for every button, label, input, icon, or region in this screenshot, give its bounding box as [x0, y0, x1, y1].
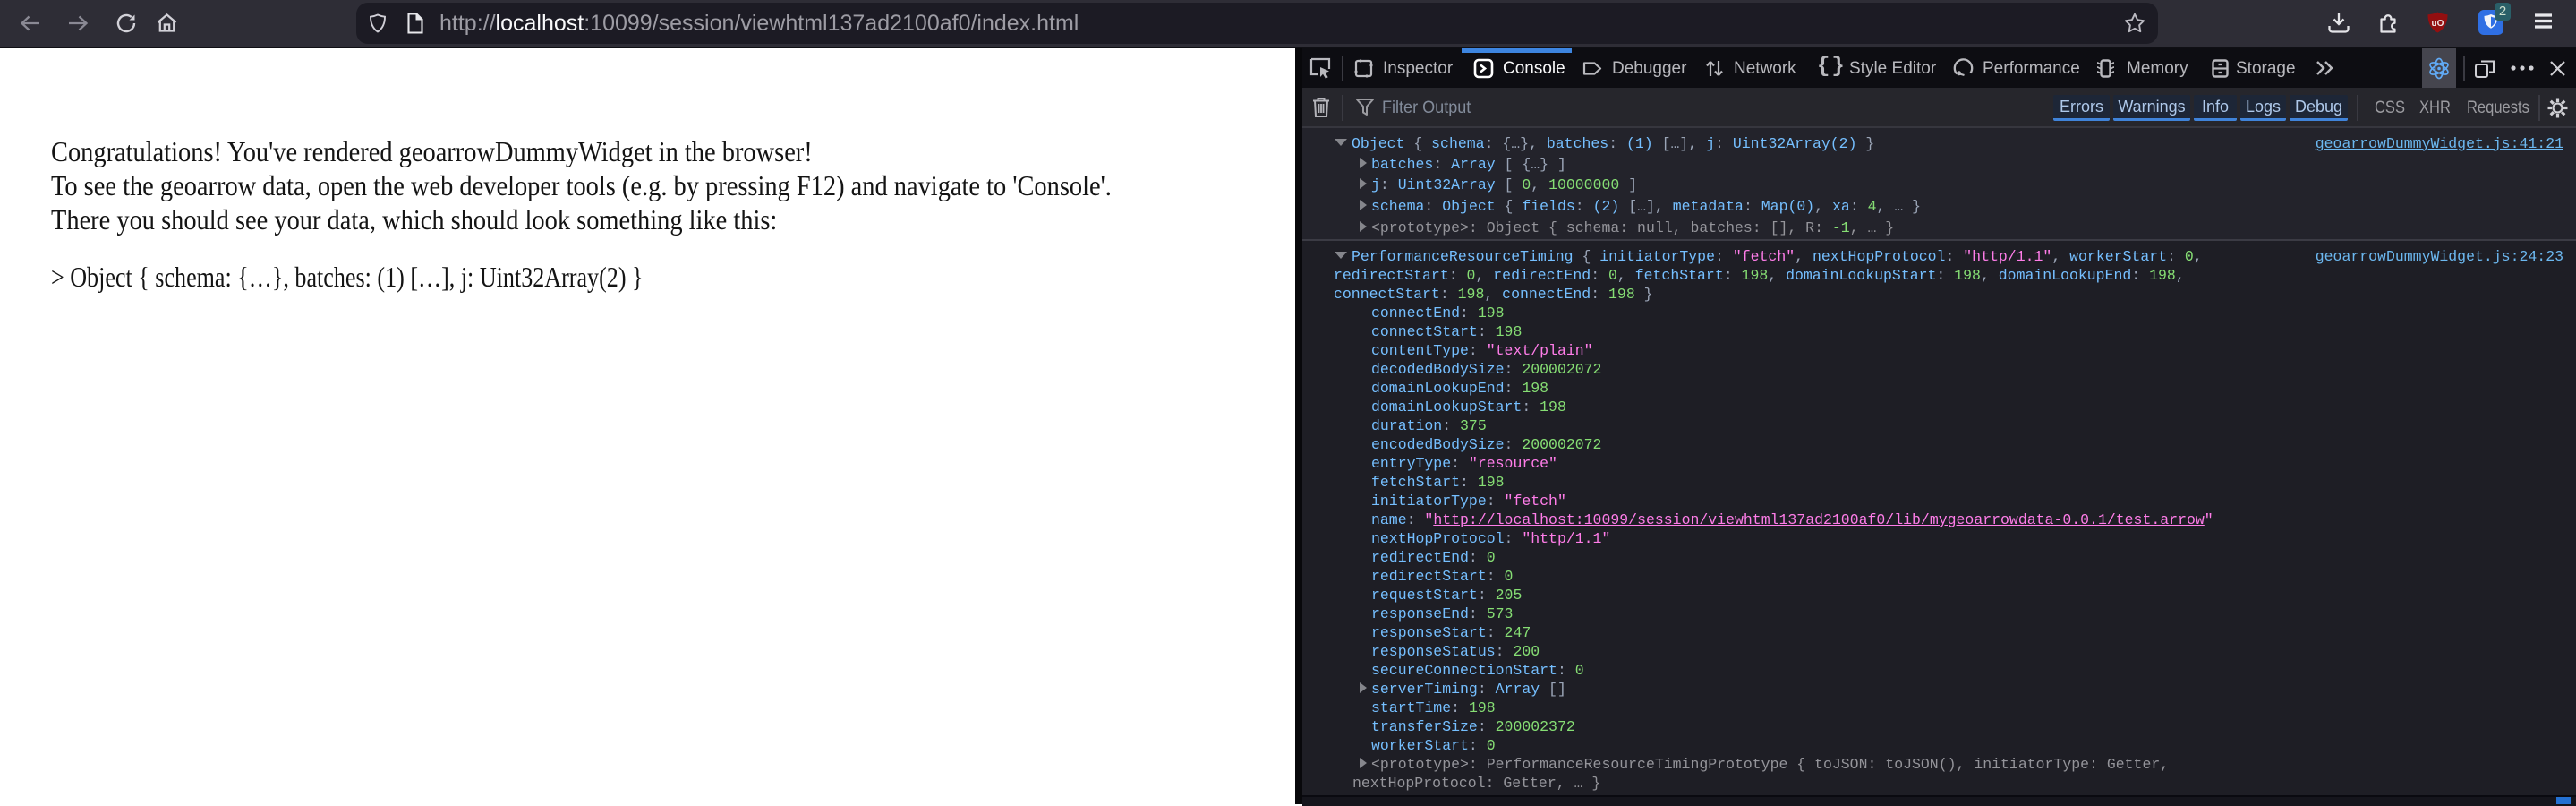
- svg-text:uO: uO: [2432, 19, 2444, 29]
